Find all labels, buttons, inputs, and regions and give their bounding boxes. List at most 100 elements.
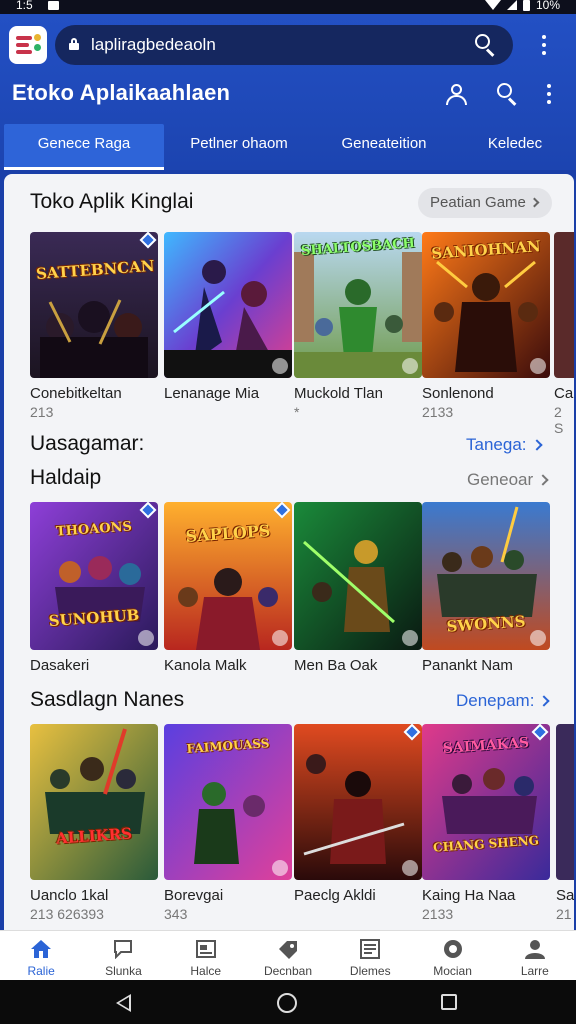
url-search-bar[interactable] bbox=[55, 25, 513, 65]
game-thumbnail bbox=[294, 502, 422, 650]
battery-level: 10% bbox=[535, 0, 560, 12]
back-icon[interactable] bbox=[116, 994, 131, 1012]
chevron-right-icon bbox=[530, 439, 543, 451]
game-card[interactable]: THOAONS SUNOHUB Dasakeri bbox=[30, 502, 158, 674]
game-thumbnail: SAIMAKAS CHANG SHENG bbox=[422, 724, 550, 880]
nav-item-chat[interactable]: Slunka bbox=[82, 931, 164, 980]
news-icon bbox=[195, 940, 216, 958]
link-label: Denepam: bbox=[456, 691, 535, 710]
card-meta: * bbox=[294, 404, 300, 420]
section-more-link[interactable]: Geneoar bbox=[467, 470, 549, 490]
card-name: Paeclg Akldi bbox=[294, 887, 376, 904]
play-badge-icon bbox=[272, 860, 288, 876]
more-vert-icon[interactable] bbox=[546, 84, 552, 106]
section-title: Toko Aplik Kinglai bbox=[30, 190, 194, 213]
game-card[interactable]: SANIOHNAN Sonlenond 2133 bbox=[422, 232, 550, 420]
nav-item-games[interactable]: Dlemes bbox=[329, 931, 411, 980]
more-vert-icon[interactable] bbox=[541, 35, 547, 57]
game-card[interactable]: SAIMAKAS CHANG SHENG Kaing Ha Naa 2133 bbox=[422, 724, 550, 922]
home-icon bbox=[31, 940, 52, 958]
game-card[interactable]: Sa 21 bbox=[556, 724, 574, 922]
section-title: Uasagamar: bbox=[30, 432, 145, 455]
game-card[interactable]: SHALTOSBACH Muckold Tlan * bbox=[294, 232, 422, 420]
section-title: Haldaip bbox=[30, 466, 102, 489]
game-card[interactable]: Ca 2 S bbox=[554, 232, 574, 436]
chevron-right-icon bbox=[529, 197, 540, 208]
card-name: Muckold Tlan bbox=[294, 385, 383, 402]
section-more-link[interactable]: Denepam: bbox=[456, 691, 551, 711]
nav-item-profile[interactable]: Larre bbox=[494, 931, 576, 980]
nav-label: Dlemes bbox=[349, 964, 391, 978]
card-name: Dasakeri bbox=[30, 657, 90, 674]
chevron-right-icon bbox=[537, 474, 549, 486]
home-circle-icon[interactable] bbox=[277, 993, 297, 1013]
card-name: Lenanage Mia bbox=[164, 385, 260, 402]
game-card[interactable]: SWONNS Panankt Nam bbox=[422, 502, 550, 674]
profile-icon bbox=[524, 940, 545, 959]
link-label: Geneoar bbox=[467, 470, 534, 489]
game-thumbnail: FAIMOUASS bbox=[164, 724, 292, 880]
nav-label: Larre bbox=[520, 964, 549, 978]
account-icon[interactable] bbox=[445, 82, 469, 106]
bottom-navigation: Ralie Slunka Halce Decnban Dlemes Mocian… bbox=[0, 930, 576, 980]
card-name: Conebitkeltan bbox=[30, 385, 122, 402]
game-thumbnail bbox=[294, 724, 422, 880]
tab-keledec[interactable]: Keledec bbox=[454, 124, 576, 170]
game-card[interactable]: Paeclg Akldi bbox=[294, 724, 422, 906]
list-icon bbox=[360, 939, 381, 959]
nav-item-news[interactable]: Halce bbox=[165, 931, 247, 980]
lock-icon bbox=[69, 38, 79, 50]
game-thumbnail: SANIOHNAN bbox=[422, 232, 550, 378]
signal-icon bbox=[506, 0, 517, 10]
nav-label: Ralie bbox=[27, 964, 55, 978]
status-time: 1:5 bbox=[16, 0, 33, 12]
tab-geneateition[interactable]: Geneateition bbox=[314, 124, 454, 170]
wifi-icon bbox=[484, 0, 501, 10]
recents-icon[interactable] bbox=[441, 994, 457, 1010]
game-thumbnail bbox=[554, 232, 574, 378]
section-more-chip[interactable]: Peatian Game bbox=[418, 188, 552, 218]
chip-label: Peatian Game bbox=[430, 194, 526, 211]
game-card[interactable]: Men Ba Oak bbox=[294, 502, 422, 674]
tab-genece-raga[interactable]: Genece Raga bbox=[4, 124, 164, 170]
nav-item-home[interactable]: Ralie bbox=[0, 931, 82, 980]
app-logo-icon[interactable] bbox=[9, 26, 47, 64]
nav-item-deals[interactable]: Decnban bbox=[247, 931, 329, 980]
nav-label: Mocian bbox=[433, 964, 472, 978]
card-meta: 213 626393 bbox=[30, 906, 104, 922]
app-header: Etoko Aplaikaahlaen Genece Raga Petlner … bbox=[0, 14, 576, 170]
card-meta: 2133 bbox=[422, 906, 454, 922]
card-meta: 213 bbox=[30, 404, 54, 420]
system-navigation-bar bbox=[0, 980, 576, 1024]
game-card[interactable]: SAPLOPS Kanola Malk bbox=[164, 502, 292, 674]
search-icon[interactable] bbox=[475, 34, 497, 57]
game-thumbnail: SAPLOPS bbox=[164, 502, 292, 650]
tab-petlner-ohaom[interactable]: Petlner ohaom bbox=[164, 124, 314, 170]
card-meta: 2133 bbox=[422, 404, 454, 420]
play-badge-icon bbox=[530, 358, 546, 374]
game-thumbnail: ALLIKRS bbox=[30, 724, 158, 880]
chat-icon bbox=[114, 940, 133, 959]
app-title: Etoko Aplaikaahlaen bbox=[12, 80, 231, 105]
content-panel: Toko Aplik Kinglai Peatian Game SATTEBNC… bbox=[4, 174, 574, 930]
card-name: Sa bbox=[556, 887, 574, 904]
link-label: Tanega: bbox=[466, 435, 527, 454]
game-thumbnail: SATTEBNCAN bbox=[30, 232, 158, 378]
nav-item-motion[interactable]: Mocian bbox=[411, 931, 493, 980]
game-thumbnail bbox=[556, 724, 574, 880]
play-badge-icon bbox=[530, 630, 546, 646]
game-card[interactable]: ALLIKRS Uanclo 1kal 213 626393 bbox=[30, 724, 158, 922]
game-thumbnail: SHALTOSBACH bbox=[294, 232, 422, 378]
card-name: Men Ba Oak bbox=[294, 657, 378, 674]
play-badge-icon bbox=[272, 358, 288, 374]
status-icons: 10% bbox=[484, 0, 560, 12]
play-badge-icon bbox=[402, 860, 418, 876]
search-icon[interactable] bbox=[497, 83, 519, 106]
game-card[interactable]: SATTEBNCAN Conebitkeltan 213 bbox=[30, 232, 158, 420]
game-thumbnail: SWONNS bbox=[422, 502, 550, 650]
game-card[interactable]: FAIMOUASS Borevgai 343 bbox=[164, 724, 292, 922]
search-input[interactable] bbox=[91, 34, 471, 56]
game-card[interactable]: Lenanage Mia bbox=[164, 232, 292, 404]
play-badge-icon bbox=[402, 630, 418, 646]
section-more-link[interactable]: Tanega: bbox=[466, 435, 543, 455]
